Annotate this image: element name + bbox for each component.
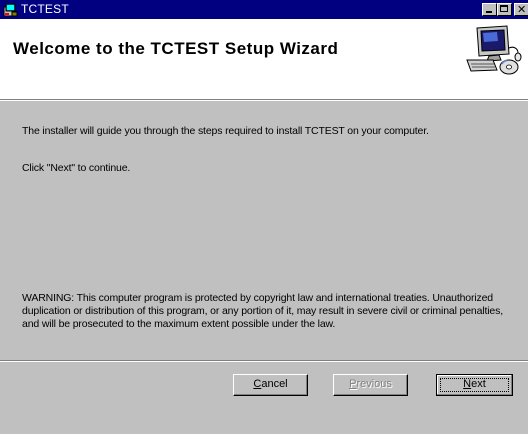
copyright-warning: WARNING: This computer program is protec… xyxy=(22,292,503,330)
maximize-icon xyxy=(500,5,508,12)
computer-setup-icon xyxy=(466,25,522,75)
next-button[interactable]: Next xyxy=(436,374,513,396)
window-title: TCTEST xyxy=(21,2,69,16)
setup-wizard-window: TCTEST ✕ Welcome to the TCTEST Setup Wiz… xyxy=(0,0,528,434)
maximize-button[interactable] xyxy=(497,3,512,16)
close-button[interactable]: ✕ xyxy=(514,3,528,16)
previous-label: revious xyxy=(356,378,392,390)
wizard-banner: Welcome to the TCTEST Setup Wizard xyxy=(0,19,528,99)
title-bar[interactable]: TCTEST ✕ xyxy=(0,0,528,19)
banner-divider-highlight xyxy=(0,100,528,101)
instruction-text: Click "Next" to continue. xyxy=(22,162,131,174)
wizard-title: Welcome to the TCTEST Setup Wizard xyxy=(13,39,339,58)
intro-text: The installer will guide you through the… xyxy=(22,125,429,137)
close-icon: ✕ xyxy=(517,3,527,16)
minimize-button[interactable] xyxy=(482,3,497,16)
minimize-icon xyxy=(486,11,492,13)
previous-button[interactable]: Previous xyxy=(333,374,408,396)
cancel-button[interactable]: Cancel xyxy=(233,374,308,396)
footer-divider-highlight xyxy=(0,361,528,362)
cancel-label: ancel xyxy=(261,378,288,390)
focus-rectangle xyxy=(440,378,509,392)
installer-icon xyxy=(3,3,18,17)
